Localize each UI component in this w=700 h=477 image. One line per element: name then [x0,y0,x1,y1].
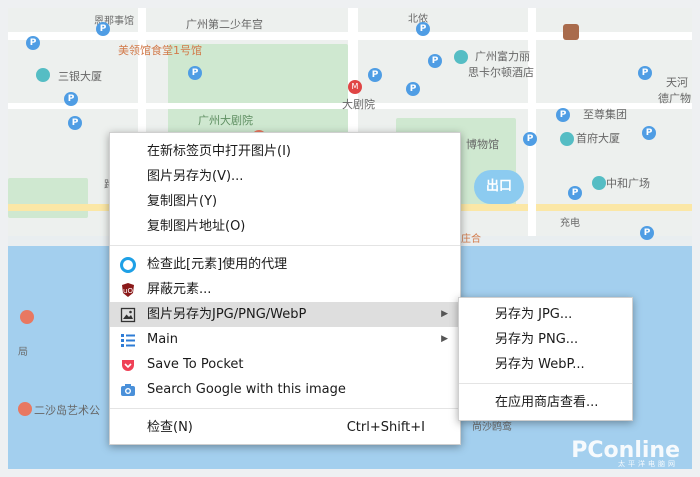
image-icon [120,307,136,323]
parking-icon[interactable]: P [638,66,652,80]
menu-item-label: 另存为 WebP... [495,357,585,372]
parking-icon[interactable]: P [188,66,202,80]
place-icon[interactable] [18,402,32,416]
menu-item-label: 在新标签页中打开图片(I) [147,144,291,159]
place-icon[interactable] [20,310,34,324]
save-as-webp-item[interactable]: 另存为 WebP... [459,352,632,377]
menu-item-label: Main [147,332,179,347]
camera-icon [121,384,135,396]
map-label: 庄合 [461,234,481,245]
ublock-icon: uO [122,283,134,297]
copy-image-address-item[interactable]: 复制图片地址(O) [110,214,460,239]
parking-icon[interactable]: P [68,116,82,130]
menu-separator [110,245,460,246]
menu-item-label: 复制图片(Y) [147,194,218,209]
menu-separator [459,383,632,384]
menu-item-label: 检查此[元素]使用的代理 [147,257,288,272]
open-image-new-tab-item[interactable]: 在新标签页中打开图片(I) [110,139,460,164]
svg-text:uO: uO [123,287,133,295]
map-label: 天河 [666,76,688,89]
map-label: 三银大厦 [58,70,102,83]
map-label: 大剧院 [342,98,375,111]
parking-icon[interactable]: P [556,108,570,122]
block-element-item[interactable]: uO 屏蔽元素... [110,277,460,302]
map-label: 充电 [560,218,580,229]
map-label: 德广物 [658,92,691,105]
place-icon[interactable] [560,132,574,146]
place-icon[interactable] [592,176,606,190]
screenshot-frame: 恩那事馆 广州第二少年宫 北侬 美领馆食堂1号馆 广州富力丽 思卡尔顿酒店 三银… [0,0,700,477]
main-item[interactable]: Main ▶ [110,327,460,352]
map-label: 广州富力丽 [475,50,530,63]
parking-icon[interactable]: P [416,22,430,36]
menu-item-label: 检查(N) [147,420,193,435]
inspect-proxy-item[interactable]: 检查此[元素]使用的代理 [110,252,460,277]
map-label: 中和广场 [606,177,650,190]
map-label: 至尊集团 [583,108,627,121]
map-label: 广州大剧院 [198,114,253,127]
parking-icon[interactable]: P [64,92,78,106]
parking-icon[interactable]: P [428,54,442,68]
inspect-item[interactable]: 检查(N) Ctrl+Shift+I [110,415,460,440]
map-label: 思卡尔顿酒店 [468,66,534,79]
exit-badge[interactable]: 出口 [474,170,524,204]
menu-item-label: 复制图片地址(O) [147,219,246,234]
menu-item-label: Save To Pocket [147,357,244,372]
metro-icon[interactable]: M [348,80,362,94]
pocket-icon [122,360,134,371]
save-image-as-item[interactable]: 图片另存为(V)... [110,164,460,189]
save-to-pocket-item[interactable]: Save To Pocket [110,352,460,377]
parking-icon[interactable]: P [26,36,40,50]
proxy-icon [120,257,136,273]
copy-image-item[interactable]: 复制图片(Y) [110,189,460,214]
map-label: 二沙岛艺术公 [34,404,100,417]
map-label: 广州第二少年宫 [186,18,263,31]
menu-item-label: Search Google with this image [147,382,346,397]
save-image-as-format-item[interactable]: 图片另存为JPG/PNG/WebP ▶ [110,302,460,327]
parking-icon[interactable]: P [96,22,110,36]
shortcut-label: Ctrl+Shift+I [346,420,425,435]
menu-item-label: 图片另存为JPG/PNG/WebP [147,307,307,322]
search-google-image-item[interactable]: Search Google with this image [110,377,460,402]
context-menu: 在新标签页中打开图片(I) 图片另存为(V)... 复制图片(Y) 复制图片地址… [109,132,461,445]
menu-item-label: 屏蔽元素... [147,282,212,297]
save-as-png-item[interactable]: 另存为 PNG... [459,327,632,352]
parking-icon[interactable]: P [568,186,582,200]
hotel-icon[interactable] [563,24,579,40]
watermark-subtitle: 太平洋电脑网 [618,460,678,468]
menu-item-label: 另存为 JPG... [495,307,573,322]
parking-icon[interactable]: P [523,132,537,146]
place-icon[interactable] [454,50,468,64]
parking-icon[interactable]: P [406,82,420,96]
parking-icon[interactable]: P [642,126,656,140]
place-icon[interactable] [36,68,50,82]
map-label: 首府大厦 [576,132,620,145]
menu-separator [110,408,460,409]
map-label: 博物馆 [466,138,499,151]
list-icon [121,334,135,347]
save-as-jpg-item[interactable]: 另存为 JPG... [459,302,632,327]
map-label: 局 [18,347,28,358]
menu-item-label: 图片另存为(V)... [147,169,244,184]
park-area [8,178,88,218]
map-label: 美领馆食堂1号馆 [118,44,202,57]
submenu-arrow-icon: ▶ [441,334,448,344]
view-in-store-item[interactable]: 在应用商店查看... [459,390,632,415]
parking-icon[interactable]: P [640,226,654,240]
save-format-submenu: 另存为 JPG... 另存为 PNG... 另存为 WebP... 在应用商店查… [458,297,633,421]
parking-icon[interactable]: P [368,68,382,82]
road [528,8,536,248]
menu-item-label: 另存为 PNG... [495,332,579,347]
menu-item-label: 在应用商店查看... [495,395,599,410]
submenu-arrow-icon: ▶ [441,309,448,319]
